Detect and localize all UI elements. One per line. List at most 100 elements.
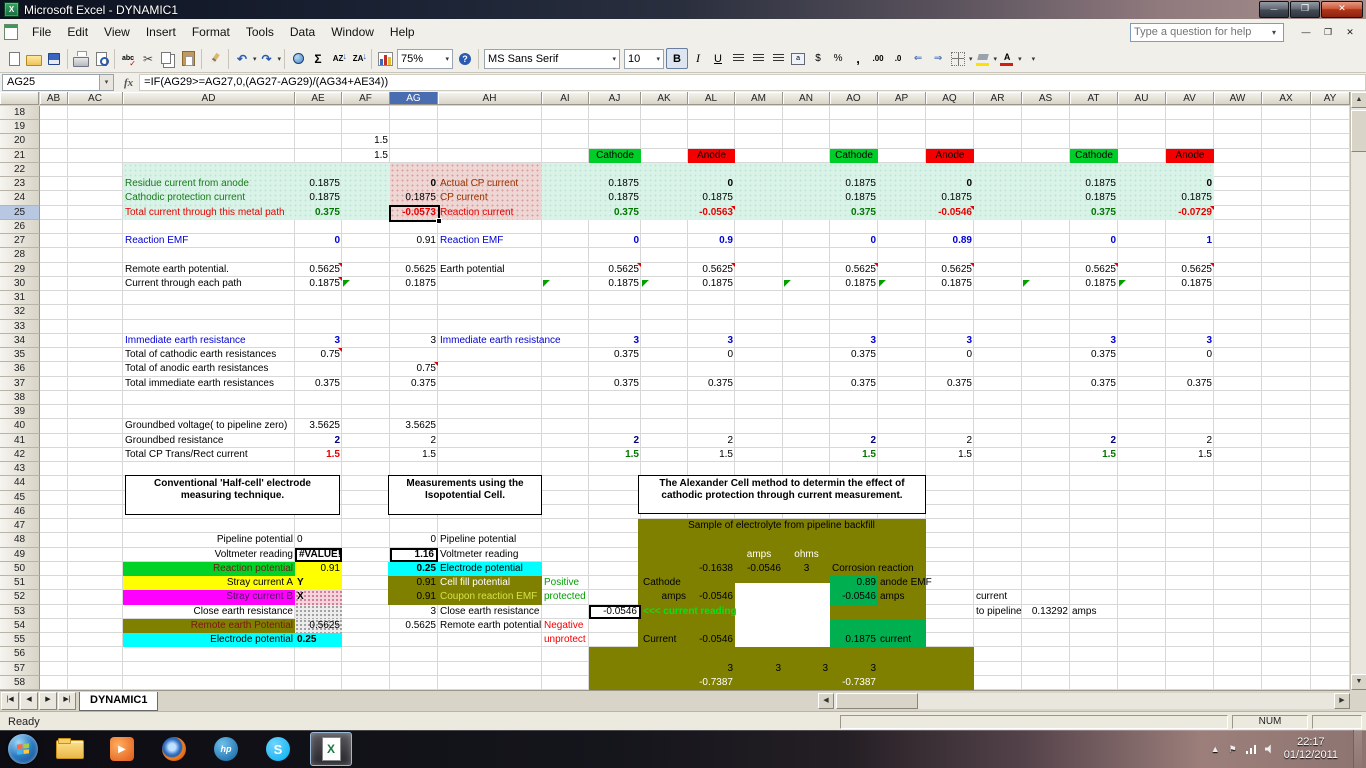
cell-AL30[interactable]: 0.1875 <box>688 277 735 291</box>
column-header-AT[interactable]: AT <box>1070 92 1118 105</box>
scroll-up-icon[interactable]: ▲ <box>1351 92 1366 108</box>
cell-AJ23[interactable]: 0.1875 <box>589 177 641 191</box>
cell-AU30[interactable] <box>1118 277 1166 291</box>
cell-AL21[interactable]: Anode <box>688 149 735 163</box>
cell-AD48[interactable]: Pipeline potential <box>123 533 295 547</box>
cell-AI30[interactable] <box>542 277 589 291</box>
row-header-49[interactable]: 49 <box>0 548 40 562</box>
workbook-icon[interactable] <box>4 24 18 40</box>
menu-view[interactable]: View <box>96 21 138 43</box>
cell-AD40[interactable]: Groundbed voltage( to pipeline zero) <box>123 419 295 433</box>
row-header-51[interactable]: 51 <box>0 576 40 590</box>
menu-data[interactable]: Data <box>282 21 323 43</box>
cell-AQ42[interactable]: 1.5 <box>926 448 974 462</box>
cell-AE37[interactable]: 0.375 <box>295 377 342 391</box>
column-header-AR[interactable]: AR <box>974 92 1022 105</box>
cell-AL58[interactable]: -0.7387 <box>688 676 735 690</box>
taskbar-app-skype[interactable] <box>258 733 298 765</box>
menu-format[interactable]: Format <box>184 21 238 43</box>
cell-AT35[interactable]: 0.375 <box>1070 348 1118 362</box>
name-box[interactable]: AG25 <box>2 74 100 91</box>
row-header-48[interactable]: 48 <box>0 533 40 547</box>
row-header-35[interactable]: 35 <box>0 348 40 362</box>
align-right-button[interactable] <box>768 49 788 68</box>
cell-AD42[interactable]: Total CP Trans/Rect current <box>123 448 295 462</box>
column-header-AP[interactable]: AP <box>878 92 926 105</box>
cell-AV29[interactable]: 0.5625 <box>1166 263 1214 277</box>
row-header-20[interactable]: 20 <box>0 134 40 148</box>
row-header-19[interactable]: 19 <box>0 120 40 134</box>
action-center-flag-icon[interactable]: ⚑ <box>1229 744 1237 755</box>
workbook-restore-button[interactable]: ❐ <box>1320 27 1336 38</box>
sort-ascending-button[interactable] <box>328 49 348 68</box>
cell-AT29[interactable]: 0.5625 <box>1070 263 1118 277</box>
new-button[interactable] <box>4 49 24 68</box>
menu-tools[interactable]: Tools <box>238 21 282 43</box>
cell-AL55[interactable]: -0.0546 <box>688 633 735 647</box>
cell-AL50[interactable]: -0.1638 <box>688 562 735 576</box>
cell-AD49[interactable]: Voltmeter reading <box>123 548 295 562</box>
column-header-AG[interactable]: AG <box>390 92 438 105</box>
horizontal-scroll-thumb[interactable] <box>836 693 918 709</box>
cell-AL37[interactable]: 0.375 <box>688 377 735 391</box>
row-header-58[interactable]: 58 <box>0 676 40 690</box>
cell-AL23[interactable]: 0 <box>688 177 735 191</box>
cell-AG34[interactable]: 3 <box>390 334 438 348</box>
cell-AO27[interactable]: 0 <box>830 234 878 248</box>
cell-AE35[interactable]: 0.75 <box>295 348 342 362</box>
cell-AI52[interactable]: protected <box>542 590 589 604</box>
cell-AO30[interactable]: 0.1875 <box>830 277 878 291</box>
cell-AQ21[interactable]: Anode <box>926 149 974 163</box>
cell-AE30[interactable]: 0.1875 <box>295 277 342 291</box>
cell-AP52[interactable]: amps <box>878 590 926 604</box>
cell-AH53[interactable]: Close earth resistance <box>438 605 542 619</box>
column-header-AC[interactable]: AC <box>68 92 123 105</box>
row-header-55[interactable]: 55 <box>0 633 40 647</box>
row-header-32[interactable]: 32 <box>0 305 40 319</box>
print-button[interactable] <box>71 49 91 68</box>
workbook-minimize-button[interactable]: — <box>1298 27 1314 38</box>
cell-AP55[interactable]: current <box>878 633 926 647</box>
show-desktop-button[interactable] <box>1353 730 1362 768</box>
cell-AG23[interactable]: 0 <box>390 177 438 191</box>
cell-AT41[interactable]: 2 <box>1070 434 1118 448</box>
chart-wizard-button[interactable] <box>375 49 395 68</box>
cell-AE29[interactable]: 0.5625 <box>295 263 342 277</box>
row-header-40[interactable]: 40 <box>0 419 40 433</box>
cell-AJ25[interactable]: 0.375 <box>589 206 641 220</box>
cell-AQ27[interactable]: 0.89 <box>926 234 974 248</box>
cell-AO21[interactable]: Cathode <box>830 149 878 163</box>
align-center-button[interactable] <box>748 49 768 68</box>
cell-AJ42[interactable]: 1.5 <box>589 448 641 462</box>
cell-AI51[interactable]: Positive <box>542 576 589 590</box>
font-size-combo[interactable]: 10 ▾ <box>624 49 664 69</box>
column-header-AQ[interactable]: AQ <box>926 92 974 105</box>
font-color-button[interactable] <box>997 49 1017 68</box>
cell-AG30[interactable]: 0.1875 <box>390 277 438 291</box>
volume-icon[interactable] <box>1265 744 1275 754</box>
row-header-39[interactable]: 39 <box>0 405 40 419</box>
cell-AS30[interactable] <box>1022 277 1070 291</box>
open-button[interactable] <box>24 49 44 68</box>
cell-AG48[interactable]: 0 <box>390 533 438 547</box>
row-header-23[interactable]: 23 <box>0 177 40 191</box>
select-all-corner[interactable] <box>0 92 39 105</box>
row-header-56[interactable]: 56 <box>0 647 40 661</box>
cell-AQ35[interactable]: 0 <box>926 348 974 362</box>
previous-sheet-icon[interactable]: ◀ <box>20 692 38 710</box>
cell-AD35[interactable]: Total of cathodic earth resistances <box>123 348 295 362</box>
cell-AG25[interactable]: -0.0573 <box>390 206 438 220</box>
cell-AO50[interactable]: Corrosion reaction <box>830 562 926 576</box>
cell-AT21[interactable]: Cathode <box>1070 149 1118 163</box>
cell-AD36[interactable]: Total of anodic earth resistances <box>123 362 295 376</box>
cell-AN57[interactable]: 3 <box>783 662 830 676</box>
cell-AE25[interactable]: 0.375 <box>295 206 342 220</box>
chevron-down-icon[interactable]: ▾ <box>653 55 661 63</box>
cell-AO34[interactable]: 3 <box>830 334 878 348</box>
cell-AI55[interactable]: unprotect <box>542 633 589 647</box>
column-header-AX[interactable]: AX <box>1262 92 1311 105</box>
cell-AG27[interactable]: 0.91 <box>390 234 438 248</box>
row-header-18[interactable]: 18 <box>0 106 40 120</box>
taskbar-app-windows-explorer[interactable] <box>50 733 90 765</box>
next-sheet-icon[interactable]: ▶ <box>39 692 57 710</box>
